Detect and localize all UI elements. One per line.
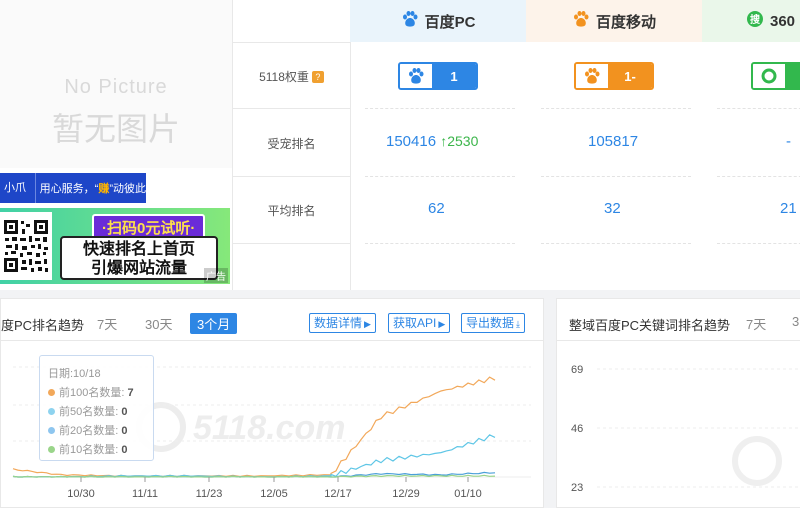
row-label-avg-rank: 平均排名 (267, 204, 316, 218)
get-api-button[interactable]: 获取API ▶ (388, 313, 451, 333)
row-label-pet-rank: 受宠排名 (267, 137, 316, 151)
column-360[interactable]: 搜 360 (702, 0, 800, 42)
baidu-paw-icon (572, 10, 590, 32)
banner-slogan: 用心服务，“赚”动彼此 (39, 183, 146, 195)
legend-dot (48, 427, 55, 434)
cell-divider (717, 176, 800, 177)
column-baidu-pc[interactable]: 百度PC (350, 0, 526, 42)
x-tick-label: 12/05 (260, 488, 288, 500)
legend-dot (48, 408, 55, 415)
card-title: 度PC排名趋势 (1, 318, 85, 333)
chart-watermark: 5118.com (193, 409, 345, 447)
column-baidu-mobile[interactable]: 百度移动 (526, 0, 702, 42)
cell-divider (541, 243, 691, 244)
domain-keyword-rank-trend-card: 整域百度PC关键词排名趋势 7天 3 69 46 23 (556, 298, 800, 508)
export-data-button[interactable]: 导出数据 ⤓ (461, 313, 525, 333)
cell-divider (717, 243, 800, 244)
search-engine-rank-table: 百度PC 百度移动 搜 360 5118权重? 受宠排名 平均排名 1 1- 1… (232, 0, 800, 290)
column-360-label: 360 (770, 12, 796, 30)
x-tick-label: 11/11 (132, 488, 158, 500)
baidu-pc-avg-rank: 62 (428, 200, 445, 217)
card-header: 整域百度PC关键词排名趋势 7天 3 (557, 299, 800, 341)
baidu-pc-pet-rank[interactable]: 150416 ↑2530 (386, 133, 478, 150)
no-picture-placeholder: No Picture 暂无图片 (0, 0, 232, 168)
help-icon[interactable]: ? (311, 71, 324, 83)
cell-divider (717, 108, 800, 109)
ad-tag: 广告 (204, 268, 228, 283)
x-tick-label: 12/17 (324, 488, 352, 500)
range-30d-button[interactable]: 3 (785, 313, 800, 330)
row-divider (233, 42, 350, 43)
svg-text:搜: 搜 (750, 13, 761, 26)
promo-slogan-box: 快速排名上首页 引爆网站流量 (60, 236, 218, 280)
cell-divider (541, 176, 691, 177)
baidu-paw-icon (576, 64, 608, 88)
card-title: 整域百度PC关键词排名趋势 (569, 318, 731, 333)
360-search-icon: 搜 (746, 10, 764, 32)
y-tick-label: 23 (571, 482, 583, 494)
x-tick-label: 12/29 (392, 488, 420, 500)
card-header: 度PC排名趋势 7天 30天 3个月 数据详情 ▶ 获取API ▶ 导出数据 ⤓ (1, 299, 543, 341)
column-baidu-pc-label: 百度PC (424, 13, 476, 31)
watermark-logo-icon (732, 436, 782, 486)
360-pet-rank[interactable]: - (786, 133, 791, 150)
caret-right-icon: ▶ (364, 319, 371, 329)
no-picture-text-en: No Picture (64, 76, 168, 98)
x-tick-label: 11/23 (196, 488, 223, 500)
cell-divider (541, 108, 691, 109)
tooltip-row: 前50名数量: 0 (48, 403, 153, 422)
xiaozhua-trade-banner[interactable]: 小爪交易 用心服务，“赚”动彼此 (0, 173, 146, 224)
baidu-paw-icon (400, 64, 432, 88)
range-7d-button[interactable]: 7天 (739, 313, 773, 334)
360-logo-icon (753, 64, 785, 88)
keyword-rank-line-chart[interactable]: 69 46 23 (557, 341, 800, 508)
baidu-pc-weight-value: 1 (432, 64, 476, 88)
baidu-paw-icon (401, 10, 419, 32)
no-picture-text-cn: 暂无图片 (51, 110, 180, 148)
watermark-logo-icon: 5118.com (136, 402, 345, 452)
banner-brand: 小爪交易 (0, 173, 36, 224)
tooltip-row: 前20名数量: 0 (48, 422, 153, 441)
baidu-mobile-weight-badge[interactable]: 1- (574, 62, 654, 90)
row-label-weight: 5118权重? (233, 68, 350, 85)
range-3m-button[interactable]: 3个月 (190, 313, 238, 334)
cell-divider (365, 243, 515, 244)
row-divider (233, 243, 350, 244)
cell-divider (365, 176, 515, 177)
column-baidu-mobile-label: 百度移动 (595, 13, 656, 31)
promo-line-2: 引爆网站流量 (90, 260, 187, 277)
rank-change-up: ↑2530 (440, 133, 479, 149)
caret-right-icon: ▶ (438, 319, 446, 329)
y-tick-label: 69 (571, 364, 583, 376)
baidu-pc-rank-trend-card: 度PC排名趋势 7天 30天 3个月 数据详情 ▶ 获取API ▶ 导出数据 ⤓ 51… (0, 298, 544, 508)
360-weight-badge[interactable] (751, 62, 800, 90)
360-weight-value (785, 64, 800, 88)
site-thumbnail-panel: No Picture 暂无图片 小爪交易 用心服务，“赚”动彼此 (0, 0, 232, 290)
tooltip-row: 前100名数量: 7 (48, 384, 153, 403)
legend-dot (48, 446, 55, 453)
360-avg-rank: 21 (780, 200, 797, 217)
tooltip-row: 前10名数量: 0 (48, 441, 153, 460)
cell-divider (365, 108, 515, 109)
row-divider (233, 176, 350, 177)
range-7d-button[interactable]: 7天 (90, 313, 124, 334)
download-icon: ⤓ (516, 319, 520, 329)
legend-dot (48, 389, 55, 396)
baidu-mobile-weight-value: 1- (608, 64, 652, 88)
baidu-mobile-pet-rank[interactable]: 105817 (588, 133, 638, 150)
row-divider (233, 108, 350, 109)
x-tick-label: 10/30 (67, 488, 95, 500)
table-divider (350, 0, 351, 290)
qr-code-icon (0, 212, 52, 280)
seo-ad-banner[interactable]: ·扫码0元试听· 快速排名上首页 引爆网站流量 广告 (0, 208, 230, 284)
data-detail-button[interactable]: 数据详情 ▶ (309, 313, 376, 333)
tooltip-date: 日期:10/18 (48, 368, 101, 380)
x-tick-label: 01/10 (454, 488, 482, 500)
y-tick-label: 46 (571, 423, 583, 435)
baidu-mobile-avg-rank: 32 (604, 200, 621, 217)
chart-tooltip: 日期:10/18 前100名数量: 7 前50名数量: 0 前20名数量: 0 … (39, 355, 154, 461)
promo-line-1: 快速排名上首页 (82, 241, 195, 258)
baidu-pc-weight-badge[interactable]: 1 (398, 62, 478, 90)
range-30d-button[interactable]: 30天 (138, 313, 179, 334)
